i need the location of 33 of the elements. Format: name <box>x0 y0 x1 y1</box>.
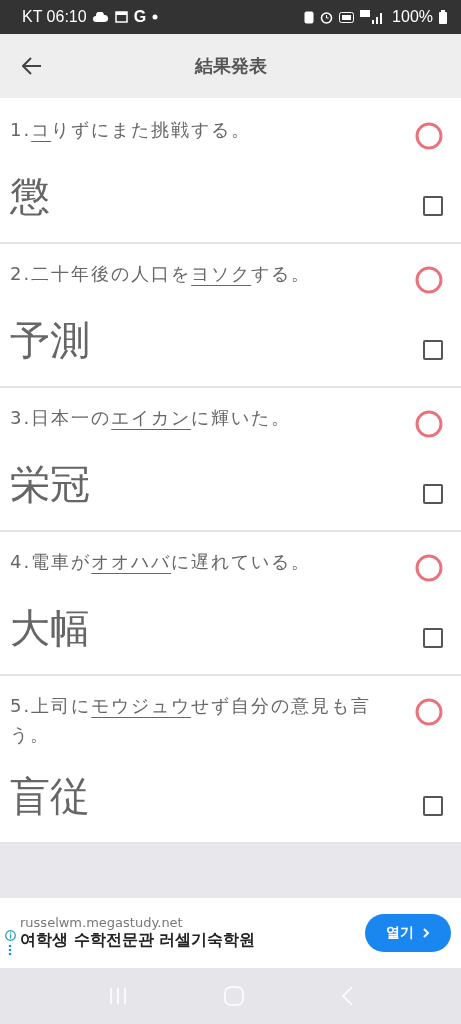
ad-url: russelwm.megastudy.net <box>20 915 184 930</box>
sim-icon <box>304 10 315 24</box>
status-time: KT 06:10 <box>22 8 87 26</box>
checkbox[interactable] <box>423 795 443 816</box>
more-dots-icon[interactable] <box>8 944 12 956</box>
back-arrow-icon[interactable] <box>22 57 42 75</box>
screen-title: 結果発表 <box>194 54 267 78</box>
alarm-icon <box>320 10 334 24</box>
question-sentence: 2.二十年後の人口を ヨソク する。 <box>10 262 312 286</box>
cloud-icon <box>92 12 109 22</box>
checkbox[interactable] <box>423 628 443 648</box>
answer-kanji: 懲 <box>10 172 50 220</box>
answer-kanji: 予測 <box>10 316 90 364</box>
hd-icon <box>339 11 355 23</box>
question-sentence: 5.上司に モウジュウせず自分の意見も言う。 <box>10 694 373 747</box>
battery-percent: 100% <box>392 8 433 26</box>
checkbox[interactable] <box>423 340 443 360</box>
checkbox[interactable] <box>423 196 443 216</box>
checkbox[interactable] <box>423 484 443 504</box>
info-icon[interactable] <box>4 930 16 941</box>
chevron-right-icon <box>422 928 430 938</box>
answer-kanji: 栄冠 <box>10 460 90 508</box>
answer-kanji: 盲従 <box>10 771 90 820</box>
question-sentence: 3.日本一の エイカン に輝いた。 <box>10 406 292 430</box>
calendar-icon <box>114 11 128 23</box>
open-button[interactable]: 열기 <box>365 914 451 952</box>
answer-kanji: 大幅 <box>10 604 90 652</box>
ad-headline: 여학생 수학전문관 러셀기숙학원 <box>20 930 257 951</box>
battery-icon <box>439 10 447 24</box>
question-sentence: 1.コ りずにまた挑戦する。 <box>10 118 252 142</box>
question-sentence: 4.電車がオオハバに遅れている。 <box>10 550 312 574</box>
google-letter: G <box>133 8 147 26</box>
dot-icon <box>152 14 159 20</box>
